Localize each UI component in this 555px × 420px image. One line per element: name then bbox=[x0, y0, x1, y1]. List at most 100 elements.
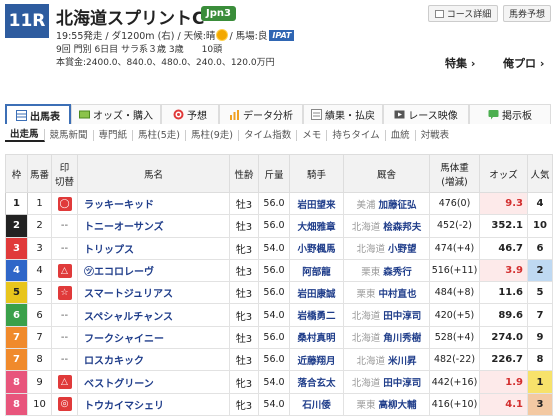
odds-cell: 352.1 bbox=[479, 214, 528, 238]
kinryo-cell: 54.0 bbox=[258, 370, 290, 394]
mark-cell[interactable]: -- bbox=[51, 303, 78, 327]
subtab-item[interactable]: 馬柱(9走) bbox=[186, 129, 239, 141]
prediction-label: 馬券予想 bbox=[508, 10, 545, 20]
jockey-link[interactable]: 阿部龍 bbox=[289, 258, 344, 283]
col-bodyweight: 馬体重 (増減) bbox=[429, 154, 480, 193]
subtab-item[interactable]: 持ちタイム bbox=[327, 129, 386, 141]
col-mark-toggle[interactable]: 切替 bbox=[55, 177, 74, 188]
horse-name-link[interactable]: スペシャルチャンス bbox=[77, 303, 230, 327]
horse-name-link[interactable]: ロスカキック bbox=[77, 348, 230, 372]
course-detail-button[interactable]: コース詳細 bbox=[428, 5, 498, 22]
trainer-cell: 栗東 森秀行 bbox=[343, 258, 430, 283]
jockey-link[interactable]: 石川倭 bbox=[289, 392, 344, 416]
tab-data[interactable]: データ分析 bbox=[219, 104, 303, 124]
subtab-item[interactable]: メモ bbox=[297, 129, 328, 141]
sexage-cell: 牡3 bbox=[229, 325, 259, 350]
jockey-link[interactable]: 小野楓馬 bbox=[289, 236, 344, 260]
mark-badge[interactable]: △ bbox=[57, 375, 72, 390]
sexage-cell: 牝3 bbox=[229, 236, 259, 260]
trainer-cell: 北海道 田中淳司 bbox=[343, 303, 430, 327]
mark-cell[interactable]: -- bbox=[51, 325, 78, 350]
subtab-item[interactable]: 専門紙 bbox=[94, 129, 134, 141]
horse-name-link[interactable]: スマートジュリアス bbox=[77, 281, 230, 305]
mark-badge[interactable]: △ bbox=[57, 263, 72, 278]
jockey-link[interactable]: 岩橋勇二 bbox=[289, 303, 344, 327]
ore-pro-link[interactable]: 俺プロ › bbox=[503, 55, 544, 71]
tab-label: 出馬表 bbox=[30, 111, 60, 123]
col-jockey: 騎手 bbox=[289, 154, 344, 193]
horse-name-link[interactable]: ㋡エコロレーヴ bbox=[77, 258, 230, 283]
odds-cell: 226.7 bbox=[479, 348, 528, 372]
ipat-badge[interactable]: IPAT bbox=[269, 29, 295, 41]
trainer-link[interactable]: 田中淳司 bbox=[383, 378, 421, 389]
mark-cell[interactable]: ☆ bbox=[51, 281, 78, 305]
mark-badge[interactable]: ◎ bbox=[57, 397, 72, 412]
horse-name-link[interactable]: トニーオーサンズ bbox=[77, 214, 230, 238]
prediction-button[interactable]: 馬券予想 bbox=[503, 5, 551, 22]
jockey-link[interactable]: 近藤翔月 bbox=[289, 348, 344, 372]
umaban-cell: 3 bbox=[27, 236, 52, 260]
trainer-link[interactable]: 森秀行 bbox=[383, 267, 412, 278]
horse-name-link[interactable]: ラッキーキッド bbox=[77, 191, 230, 216]
table-icon bbox=[16, 109, 27, 121]
subtab-item[interactable]: タイム指数 bbox=[239, 129, 298, 141]
col-mark[interactable]: 印切替 bbox=[51, 154, 78, 193]
table-row: 8 9 △ ベストグリーン 牝3 54.0 落合玄太 北海道 田中淳司 442(+16) 1.9 1 bbox=[5, 370, 553, 394]
jockey-link[interactable]: 桑村真明 bbox=[289, 325, 344, 350]
horse-name-link[interactable]: ベストグリーン bbox=[77, 370, 230, 394]
horse-name-link[interactable]: フークシャイニー bbox=[77, 325, 230, 350]
mark-cell[interactable]: △ bbox=[51, 258, 78, 283]
mark-cell[interactable]: -- bbox=[51, 214, 78, 238]
tab-board[interactable]: 掲示板 bbox=[469, 104, 551, 124]
sun-icon bbox=[217, 30, 228, 40]
trainer-link[interactable]: 角川秀樹 bbox=[383, 333, 421, 344]
col-odds[interactable]: オッズ bbox=[479, 154, 528, 193]
feature-link[interactable]: 特集 › bbox=[445, 55, 475, 71]
subtab-item[interactable]: 血統 bbox=[386, 129, 416, 141]
table-row: 7 8 -- ロスカキック 牡3 56.0 近藤翔月 北海道 米川昇 482(-22) 226.7 8 bbox=[5, 348, 553, 372]
waku-cell: 8 bbox=[5, 370, 28, 394]
bodyweight-cell: 474(+4) bbox=[429, 236, 480, 260]
trainer-link[interactable]: 高柳大輔 bbox=[379, 400, 417, 411]
popularity-cell: 5 bbox=[527, 281, 553, 305]
mark-badge[interactable]: ☆ bbox=[57, 285, 72, 300]
tab-result[interactable]: 績果・払戻 bbox=[303, 104, 383, 124]
trainer-link[interactable]: 桧森邦夫 bbox=[383, 222, 421, 233]
result-icon bbox=[311, 109, 322, 120]
subtab-item[interactable]: 馬柱(5走) bbox=[133, 129, 187, 141]
mark-cell[interactable]: -- bbox=[51, 236, 78, 260]
horse-name-link[interactable]: トリップス bbox=[77, 236, 230, 260]
subtab-item[interactable]: 出走馬 bbox=[5, 128, 45, 142]
tab-shutsuba[interactable]: 出馬表 bbox=[5, 104, 71, 124]
trainer-cell: 北海道 角川秀樹 bbox=[343, 325, 430, 350]
jockey-link[interactable]: 岩田望来 bbox=[289, 191, 344, 216]
mark-cell[interactable]: ◎ bbox=[51, 392, 78, 416]
trainer-link[interactable]: 加藤征弘 bbox=[379, 200, 417, 211]
mark-cell[interactable]: -- bbox=[51, 348, 78, 372]
mark-cell[interactable]: ◯ bbox=[51, 191, 78, 216]
race-info-line2: 9回 門別 6日目 サラ系３歳 3歳 10頭 bbox=[56, 45, 223, 55]
waku-cell: 7 bbox=[5, 348, 28, 372]
trainer-link[interactable]: 田中淳司 bbox=[383, 311, 421, 322]
subtab-item[interactable]: 対戦表 bbox=[416, 130, 455, 141]
bodyweight-cell: 528(+4) bbox=[429, 325, 480, 350]
tab-yoso[interactable]: 予想 bbox=[161, 104, 219, 124]
col-umaban: 馬番 bbox=[27, 154, 52, 193]
odds-cell: 4.1 bbox=[479, 392, 528, 416]
trainer-link[interactable]: 中村直也 bbox=[379, 289, 417, 300]
col-popularity[interactable]: 人気 bbox=[527, 154, 553, 193]
bodyweight-cell: 476(0) bbox=[429, 191, 480, 216]
tab-odds[interactable]: オッズ・購入 bbox=[71, 104, 161, 124]
mark-cell[interactable]: △ bbox=[51, 370, 78, 394]
tab-label: 掲示板 bbox=[502, 111, 532, 122]
jockey-link[interactable]: 大畑雅章 bbox=[289, 214, 344, 238]
trainer-link[interactable]: 米川昇 bbox=[388, 356, 417, 367]
horse-name-link[interactable]: トウカイマシェリ bbox=[77, 392, 230, 416]
subtab-item[interactable]: 競馬新聞 bbox=[45, 129, 94, 141]
course-detail-label: コース詳細 bbox=[446, 10, 492, 20]
tab-video[interactable]: レース映像 bbox=[383, 104, 469, 124]
mark-badge[interactable]: ◯ bbox=[57, 196, 72, 211]
jockey-link[interactable]: 落合玄太 bbox=[289, 370, 344, 394]
jockey-link[interactable]: 岩田康誠 bbox=[289, 281, 344, 305]
trainer-link[interactable]: 小野望 bbox=[388, 244, 417, 255]
